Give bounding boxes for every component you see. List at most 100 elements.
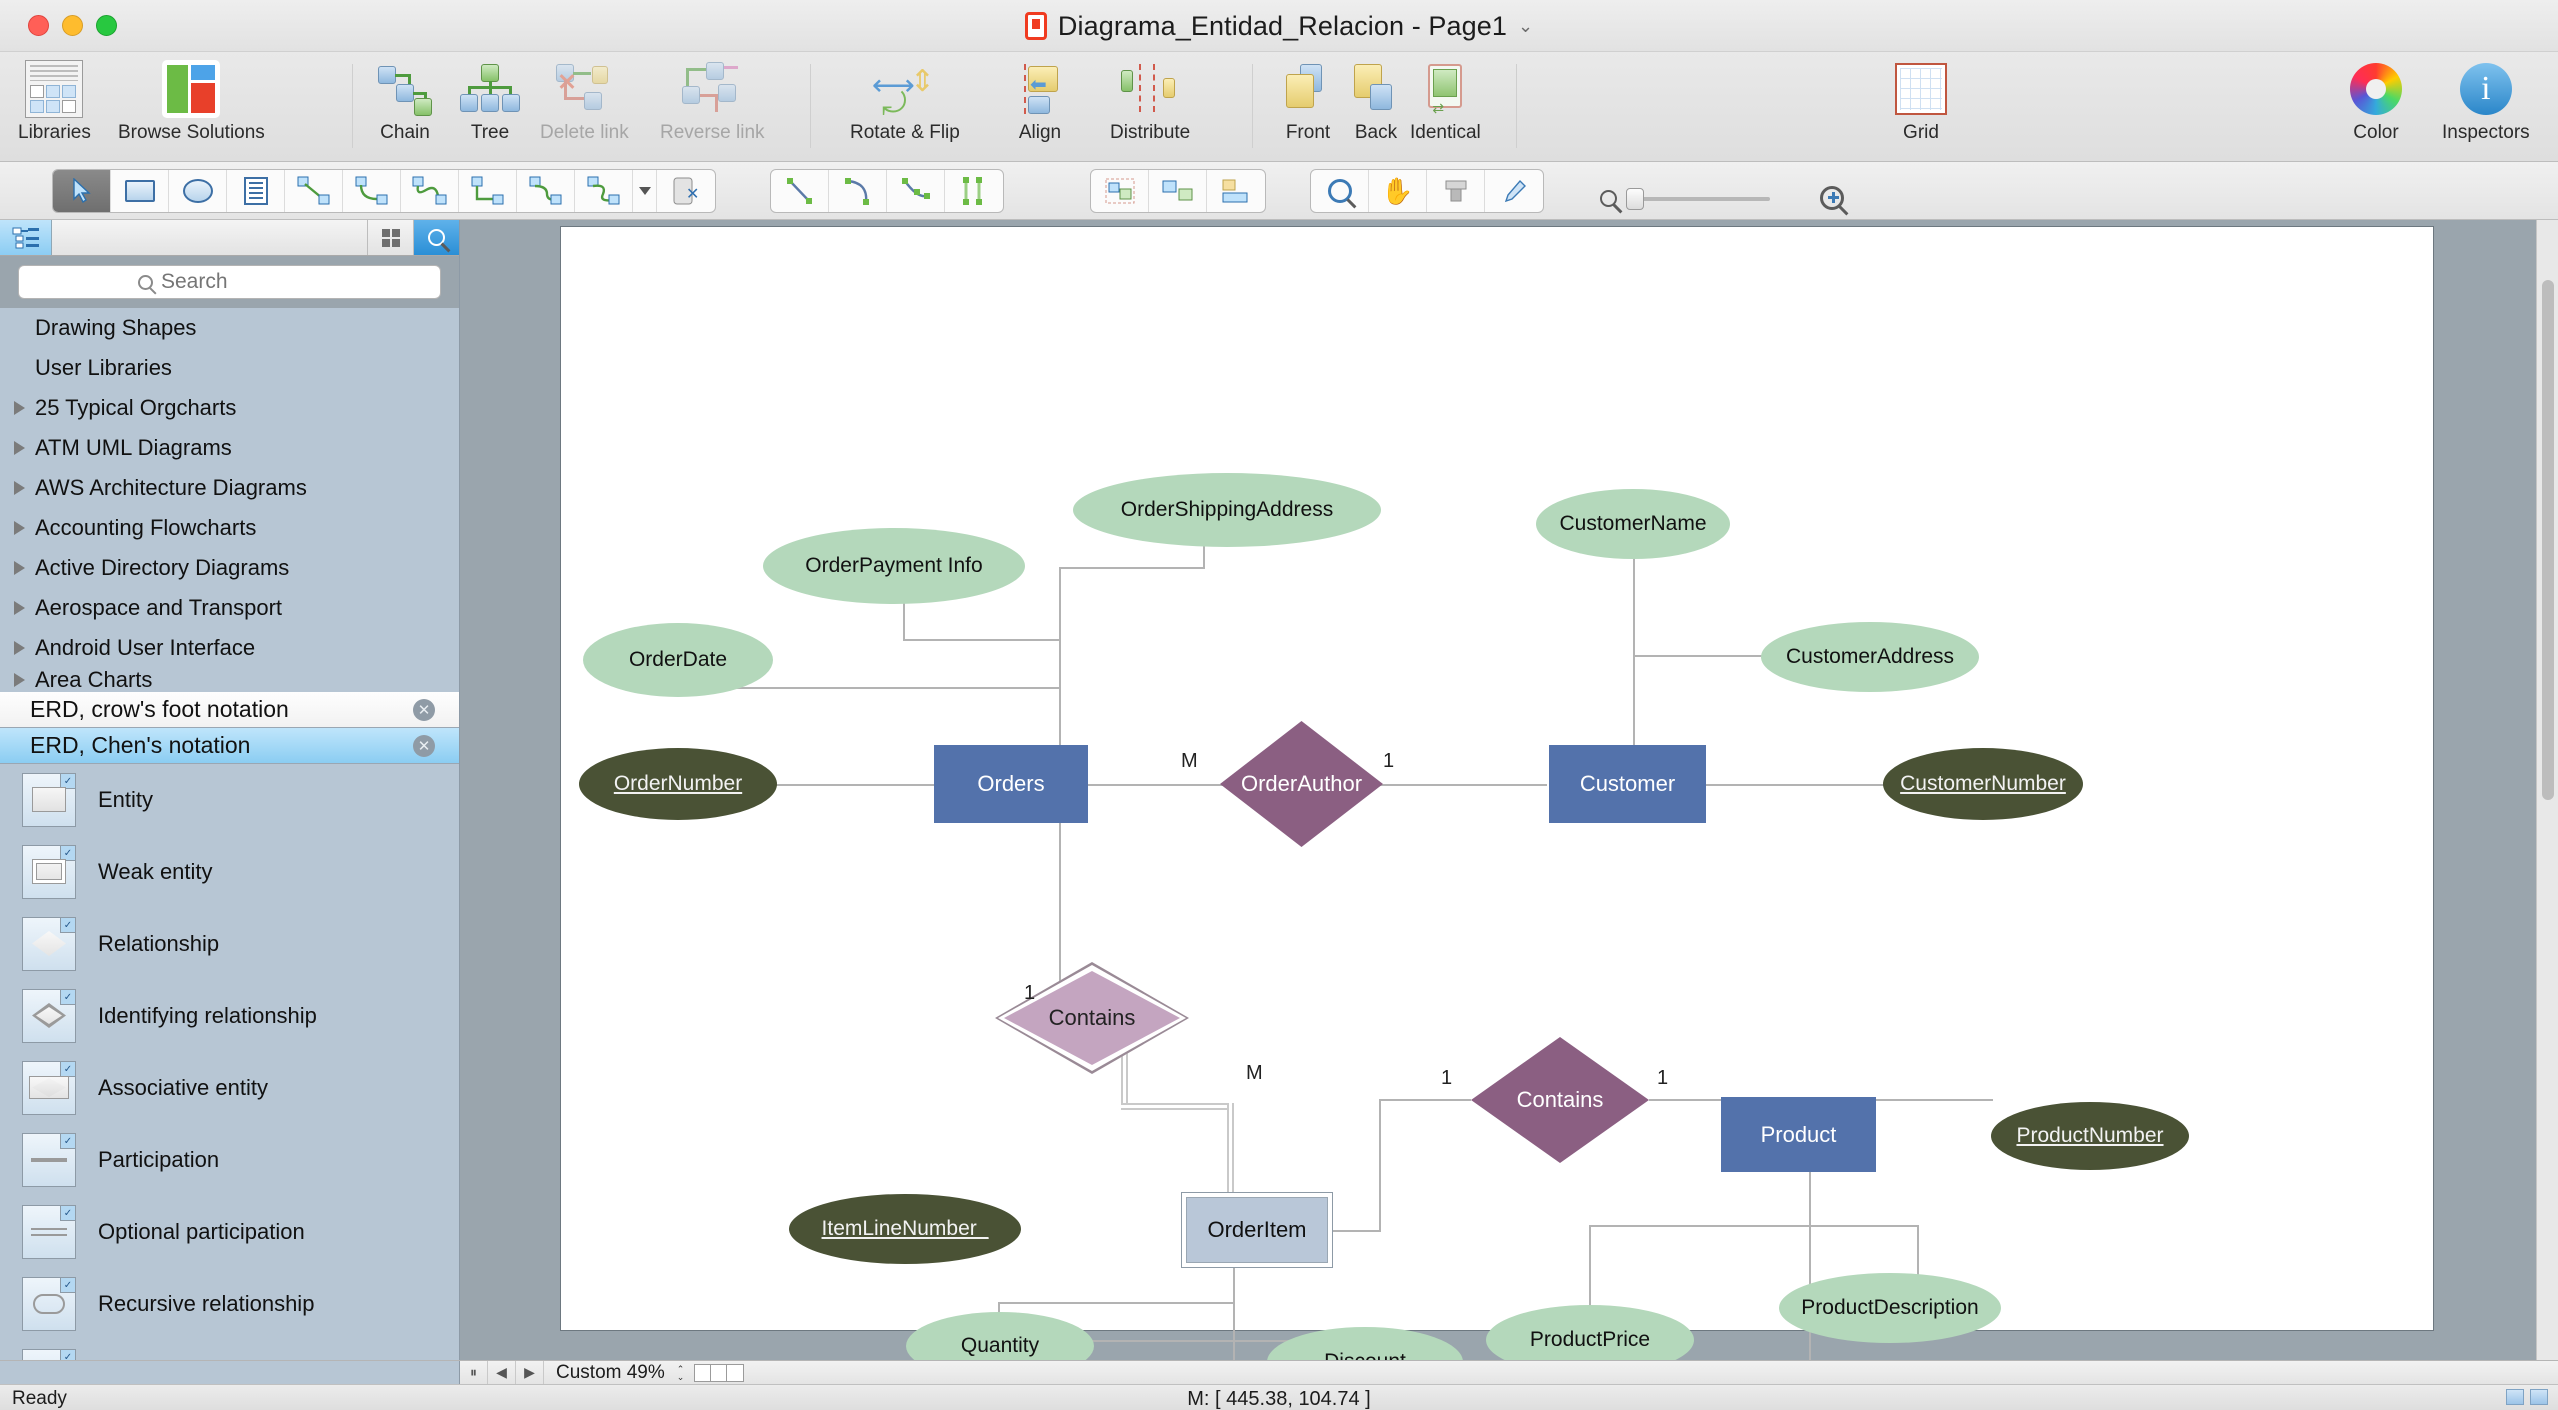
attribute-node[interactable]: OrderShippingAddress <box>1073 473 1381 547</box>
prev-page-button[interactable]: ◀ <box>488 1361 516 1384</box>
expand-triangle-icon[interactable] <box>14 521 25 535</box>
select-arrow-tool[interactable] <box>53 170 111 212</box>
ribbon-button-rotate-flip[interactable]: ⟷ ⇕ ⤾ Rotate & Flip <box>850 58 960 144</box>
ribbon-button-browse-solutions[interactable]: Browse Solutions <box>118 58 265 144</box>
zoom-level-label[interactable]: Custom 49% <box>544 1362 677 1384</box>
view-single-page-button[interactable] <box>695 1364 712 1381</box>
entity-product[interactable]: Product <box>1721 1097 1876 1172</box>
ribbon-button-reverse-link[interactable]: Reverse link <box>660 58 765 144</box>
library-item-25-typical-orgcharts[interactable]: 25 Typical Orgcharts <box>0 388 459 428</box>
grid-view-icon[interactable] <box>367 220 413 255</box>
expand-triangle-icon[interactable] <box>14 401 25 415</box>
diagram-page[interactable]: OrderDate OrderPayment Info OrderShippin… <box>560 226 2434 1360</box>
zoom-in-icon[interactable] <box>1820 186 1844 210</box>
zoom-out-icon[interactable] <box>1600 190 1617 207</box>
connector-options-dropdown[interactable] <box>633 170 657 212</box>
canvas-area[interactable]: OrderDate OrderPayment Info OrderShippin… <box>460 220 2558 1360</box>
attribute-node[interactable]: Quantity <box>906 1312 1094 1360</box>
close-icon[interactable]: ✕ <box>413 698 435 721</box>
right-angle-connector-tool[interactable] <box>459 170 517 212</box>
relationship-contains[interactable]: Contains <box>1471 1037 1649 1163</box>
ribbon-button-chain[interactable]: Chain <box>376 58 434 144</box>
stencil-header-chens-notation[interactable]: ERD, Chen's notation ✕ <box>0 728 459 764</box>
key-attribute-node[interactable]: CustomerNumber <box>1883 748 2083 820</box>
expand-triangle-icon[interactable] <box>14 673 25 687</box>
chevron-down-icon[interactable]: ⌄ <box>1518 16 1533 37</box>
format-painter-tool[interactable] <box>1427 170 1485 212</box>
stencil-shape-associative-entity[interactable]: ✓ Associative entity <box>0 1052 459 1124</box>
scrollbar-thumb[interactable] <box>2542 280 2554 800</box>
bezier-connector-tool[interactable] <box>575 170 633 212</box>
group-tool[interactable] <box>1091 170 1149 212</box>
stencil-shape-participation[interactable]: ✓ Participation <box>0 1124 459 1196</box>
attribute-node[interactable]: OrderDate <box>583 623 773 697</box>
search-box[interactable] <box>18 265 441 299</box>
key-attribute-node[interactable]: ItemLineNumber_ <box>789 1194 1021 1264</box>
ribbon-button-front[interactable]: Front <box>1280 58 1336 144</box>
library-tree-tab[interactable] <box>0 220 52 255</box>
stencil-shape-weak-entity[interactable]: ✓ Weak entity <box>0 836 459 908</box>
library-item-drawing-shapes[interactable]: Drawing Shapes <box>0 308 459 348</box>
pause-icon[interactable]: ⏸ <box>460 1361 488 1384</box>
stencil-shape-entity[interactable]: ✓ Entity <box>0 764 459 836</box>
entity-orders[interactable]: Orders <box>934 745 1088 823</box>
attribute-node[interactable]: CustomerAddress <box>1761 622 1979 692</box>
identifying-relationship-contains[interactable]: Contains <box>995 962 1189 1074</box>
next-page-button[interactable]: ▶ <box>516 1361 544 1384</box>
straight-connector-tool[interactable] <box>285 170 343 212</box>
canvas-vertical-scrollbar[interactable] <box>2536 220 2558 1360</box>
fit-width-icon[interactable] <box>2530 1389 2548 1405</box>
zoom-slider-knob[interactable] <box>1626 188 1644 210</box>
curve-tool[interactable] <box>887 170 945 212</box>
stencil-shape-identifying-relationship[interactable]: ✓ Identifying relationship <box>0 980 459 1052</box>
rectangle-tool[interactable] <box>111 170 169 212</box>
attribute-node[interactable]: Discount <box>1267 1327 1463 1360</box>
weak-entity-orderitem[interactable]: OrderItem <box>1181 1192 1333 1268</box>
zoom-stepper[interactable]: ⌃ ⌄ <box>677 1364 685 1381</box>
view-multi-page-button[interactable] <box>727 1364 744 1381</box>
ribbon-button-align[interactable]: ⬅ Align <box>1010 58 1070 144</box>
arc-tool[interactable] <box>829 170 887 212</box>
library-item-user-libraries[interactable]: User Libraries <box>0 348 459 388</box>
library-item-aws-architecture-diagrams[interactable]: AWS Architecture Diagrams <box>0 468 459 508</box>
library-item-active-directory-diagrams[interactable]: Active Directory Diagrams <box>0 548 459 588</box>
library-item-accounting-flowcharts[interactable]: Accounting Flowcharts <box>0 508 459 548</box>
ribbon-button-color[interactable]: Color <box>2350 58 2402 144</box>
ribbon-button-tree[interactable]: Tree <box>458 58 522 144</box>
smart-connector-tool[interactable] <box>401 170 459 212</box>
key-attribute-node[interactable]: ProductNumber <box>1991 1102 2189 1170</box>
attribute-node[interactable]: CustomerName <box>1536 489 1730 559</box>
status-bar-icons[interactable] <box>2506 1389 2548 1405</box>
view-two-page-button[interactable] <box>711 1364 728 1381</box>
attribute-node[interactable]: OrderPayment Info <box>763 528 1025 604</box>
zoom-tool[interactable] <box>1311 170 1369 212</box>
page-view-buttons[interactable] <box>694 1363 745 1382</box>
stencil-shape-recursive-relationship[interactable]: ✓ Recursive relationship <box>0 1268 459 1340</box>
zoom-slider-track[interactable] <box>1630 197 1770 201</box>
expand-triangle-icon[interactable] <box>14 561 25 575</box>
ellipse-tool[interactable] <box>169 170 227 212</box>
ribbon-button-delete-link[interactable]: Delete link <box>540 58 629 144</box>
close-icon[interactable]: ✕ <box>413 734 435 757</box>
search-view-icon[interactable] <box>413 220 459 255</box>
library-item-aerospace-and-transport[interactable]: Aerospace and Transport <box>0 588 459 628</box>
library-item-android-user-interface[interactable]: Android User Interface <box>0 628 459 668</box>
delete-connector-tool[interactable]: ✕ <box>657 170 715 212</box>
ribbon-button-inspectors[interactable]: i Inspectors <box>2442 58 2530 144</box>
elbow-connector-tool[interactable] <box>343 170 401 212</box>
expand-triangle-icon[interactable] <box>14 481 25 495</box>
stencil-header-crows-foot[interactable]: ERD, crow's foot notation ✕ <box>0 692 459 728</box>
ribbon-button-grid[interactable]: Grid <box>1895 58 1947 144</box>
ribbon-button-distribute[interactable]: Distribute <box>1110 58 1190 144</box>
stencil-shape-relationship[interactable]: ✓ Relationship <box>0 908 459 980</box>
attribute-node[interactable]: ProductDescription <box>1779 1273 2001 1343</box>
fit-page-icon[interactable] <box>2506 1389 2524 1405</box>
expand-triangle-icon[interactable] <box>14 641 25 655</box>
search-input[interactable] <box>161 270 321 294</box>
expand-triangle-icon[interactable] <box>14 601 25 615</box>
ribbon-button-back[interactable]: Back <box>1348 58 1404 144</box>
library-item-atm-uml-diagrams[interactable]: ATM UML Diagrams <box>0 428 459 468</box>
relationship-orderauthor[interactable]: OrderAuthor <box>1220 721 1383 847</box>
ungroup-tool[interactable] <box>1149 170 1207 212</box>
expand-triangle-icon[interactable] <box>14 441 25 455</box>
